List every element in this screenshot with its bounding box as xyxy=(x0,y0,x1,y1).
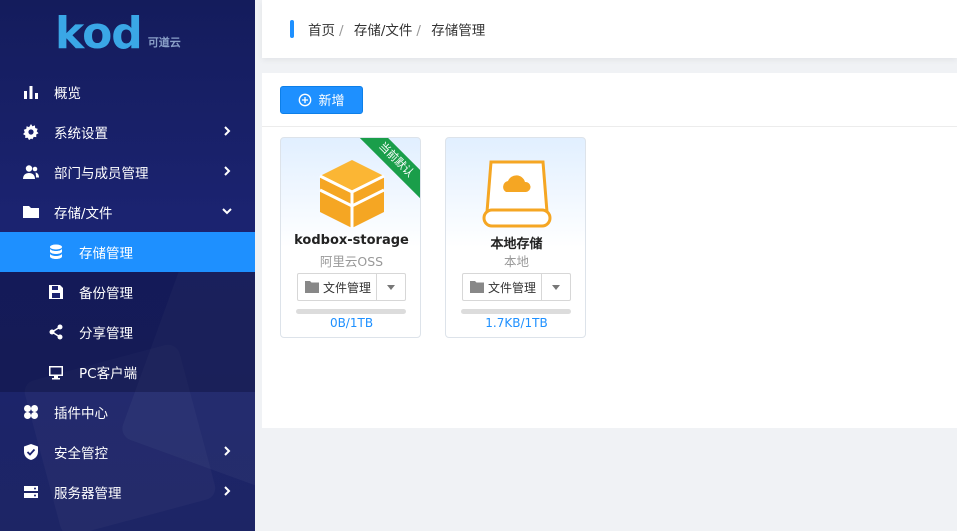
file-management-button[interactable]: 文件管理 xyxy=(462,273,571,301)
sidebar-item-label: 概览 xyxy=(54,86,81,102)
sidebar-menu: 概览 系统设置 部门与成员管理 存储/文件 存储管理 备份管理 分享管理 PC客… xyxy=(0,72,255,512)
dropdown-toggle[interactable] xyxy=(541,274,570,300)
sidebar-item-label: 服务器管理 xyxy=(54,486,122,502)
add-storage-button[interactable]: 新增 xyxy=(280,85,363,114)
sidebar-item-label: 备份管理 xyxy=(79,286,133,302)
chevron-right-icon xyxy=(221,445,235,459)
sidebar-item-backup[interactable]: 备份管理 xyxy=(0,272,255,312)
storage-card[interactable]: 本地存储 本地 文件管理 1.7KB/1TB xyxy=(445,137,586,338)
share-icon xyxy=(47,323,65,341)
sidebar-item-members[interactable]: 部门与成员管理 xyxy=(0,152,255,192)
usage-text: 1.7KB/1TB xyxy=(485,316,548,330)
sidebar-item-label: 分享管理 xyxy=(79,326,133,342)
sidebar-item-label: PC客户端 xyxy=(79,366,138,382)
dropdown-toggle[interactable] xyxy=(376,274,405,300)
chevron-down-icon xyxy=(221,205,235,219)
breadcrumb-home[interactable]: 首页 xyxy=(308,23,335,39)
storage-card[interactable]: 当前默认 kodbox-storage 阿里云OSS 文件管理 0B/1TB xyxy=(280,137,421,338)
file-management-label: 文件管理 xyxy=(323,280,372,295)
folder-icon xyxy=(22,203,40,221)
box-icon xyxy=(281,156,420,232)
file-management-button[interactable]: 文件管理 xyxy=(297,273,406,301)
storage-name: kodbox-storage xyxy=(294,233,409,248)
plus-circle-icon xyxy=(299,93,312,106)
chevron-right-icon xyxy=(221,165,235,179)
usage-progress-bar xyxy=(461,309,571,314)
sidebar-item-overview[interactable]: 概览 xyxy=(0,72,255,112)
storage-type: 阿里云OSS xyxy=(319,254,384,269)
sidebar-item-storage-files[interactable]: 存储/文件 xyxy=(0,192,255,232)
sidebar-item-label: 存储管理 xyxy=(79,246,133,262)
sidebar-item-share[interactable]: 分享管理 xyxy=(0,312,255,352)
users-icon xyxy=(22,163,40,181)
gear-icon xyxy=(22,123,40,141)
header-accent-bar xyxy=(290,20,294,38)
shield-icon xyxy=(22,443,40,461)
usage-progress-bar xyxy=(296,309,406,314)
logo-brand: kod xyxy=(55,8,143,59)
chevron-right-icon xyxy=(221,485,235,499)
breadcrumb-current: 存储管理 xyxy=(431,23,486,39)
plugin-icon xyxy=(22,403,40,421)
sidebar-item-label: 安全管控 xyxy=(54,446,108,462)
sidebar-item-plugins[interactable]: 插件中心 xyxy=(0,392,255,432)
sidebar: kod 可道云 概览 系统设置 部门与成员管理 存储/文件 存储管理 备份管理 … xyxy=(0,0,255,531)
sidebar-item-label: 系统设置 xyxy=(54,126,108,142)
header: 首页 / 存储/文件 / 存储管理 xyxy=(262,0,957,58)
sidebar-item-label: 部门与成员管理 xyxy=(54,166,149,182)
logo-subtitle: 可道云 xyxy=(147,36,181,49)
usage-text: 0B/1TB xyxy=(329,316,374,330)
sidebar-item-system-settings[interactable]: 系统设置 xyxy=(0,112,255,152)
sidebar-item-storage-management[interactable]: 存储管理 xyxy=(0,232,255,272)
logo[interactable]: kod 可道云 xyxy=(55,6,181,56)
storage-type: 本地 xyxy=(503,254,529,269)
bar-chart-icon xyxy=(22,83,40,101)
server-icon xyxy=(22,483,40,501)
sidebar-item-pc-client[interactable]: PC客户端 xyxy=(0,352,255,392)
hard-drive-cloud-icon xyxy=(446,156,585,232)
chevron-right-icon xyxy=(221,125,235,139)
breadcrumb: 首页 / 存储/文件 / 存储管理 xyxy=(308,23,486,39)
folder-icon xyxy=(470,281,484,293)
sidebar-item-security[interactable]: 安全管控 xyxy=(0,432,255,472)
folder-icon xyxy=(305,281,319,293)
save-icon xyxy=(47,283,65,301)
sidebar-item-server[interactable]: 服务器管理 xyxy=(0,472,255,512)
main-content: 新增 当前默认 kodbox-storage 阿里云OSS 文件管理 0B/1T… xyxy=(262,73,957,428)
caret-down-icon xyxy=(387,284,395,290)
caret-down-icon xyxy=(552,284,560,290)
file-management-label: 文件管理 xyxy=(488,280,537,295)
add-button-label: 新增 xyxy=(318,94,345,109)
monitor-icon xyxy=(47,363,65,381)
sidebar-item-label: 插件中心 xyxy=(54,406,108,422)
toolbar: 新增 xyxy=(262,73,957,127)
storage-name: 本地存储 xyxy=(490,237,543,252)
sidebar-item-label: 存储/文件 xyxy=(54,206,113,222)
breadcrumb-storage-files[interactable]: 存储/文件 xyxy=(354,23,413,39)
database-icon xyxy=(47,243,65,261)
